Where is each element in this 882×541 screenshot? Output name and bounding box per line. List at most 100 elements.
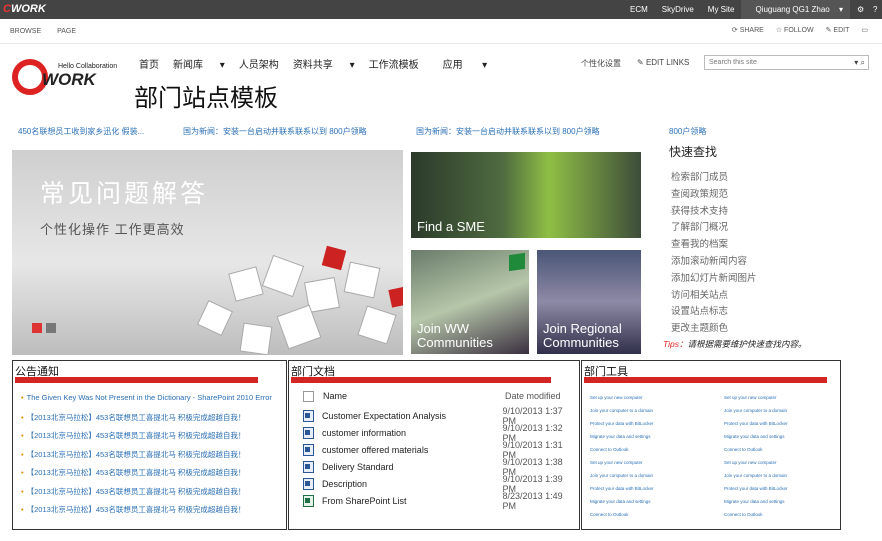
tool-link[interactable]: Set up your new computer [724, 395, 844, 408]
documents-panel: 部门文档 Name Date modified Customer Expecta… [288, 360, 580, 530]
tool-link[interactable]: Connect to Outlook [590, 512, 710, 525]
quick-link[interactable]: 了解部门概况 [671, 219, 757, 236]
search-input[interactable]: Search this site ▾ ⌕ [704, 55, 869, 70]
tool-link[interactable]: Protect your data with BitLocker [590, 486, 710, 499]
slide-dot[interactable] [46, 323, 56, 333]
suite-logo[interactable]: CWORK [3, 3, 46, 15]
tool-link[interactable]: Migrate your data and settings [590, 499, 710, 512]
document-row[interactable]: Customer Expectation Analysis 9/10/2013 1… [303, 406, 578, 426]
tool-link[interactable]: Set up your new computer [724, 460, 844, 473]
announcement-item[interactable]: • 【2013北京马拉松】453名联想员工喜提北马 积极完成超越自我！ [21, 504, 272, 523]
tile-caption: Join Regional Communities [543, 321, 622, 350]
suite-link-mysite[interactable]: My Site [701, 5, 742, 14]
word-doc-icon [303, 409, 314, 422]
quick-link[interactable]: 访问相关站点 [671, 287, 757, 304]
edit-button[interactable]: ✎ EDIT [826, 26, 850, 34]
nav-home[interactable]: 首页 [139, 56, 159, 71]
announcement-item[interactable]: • 【2013北京马拉松】453名联想员工喜提北马 积极完成超越自我！ [21, 430, 272, 449]
tool-link[interactable]: Join your computer to a domain [724, 408, 844, 421]
suite-link-ecm[interactable]: ECM [623, 5, 655, 14]
document-row[interactable]: Description 9/10/2013 1:39 PM [303, 474, 578, 494]
announcement-item[interactable]: • The Given Key Was Not Present in the Di… [21, 393, 272, 412]
help-icon[interactable]: ? [866, 5, 882, 14]
announcement-item[interactable]: • 【2013北京马拉松】453名联想员工喜提北马 积极完成超越自我！ [21, 467, 272, 486]
tool-link[interactable]: Join your computer to a domain [590, 408, 710, 421]
top-nav: 首页 新闻库 ▾ 人员架构 资料共享 ▾ 工作流模板 应用 ▾ [139, 56, 501, 71]
nav-news[interactable]: 新闻库 ▾ [173, 56, 225, 71]
title-underline [584, 377, 827, 383]
tool-link[interactable]: Set up your new computer [590, 460, 710, 473]
quick-link[interactable]: 设置站点标志 [671, 303, 757, 320]
quick-link[interactable]: 获得技术支持 [671, 203, 757, 220]
tool-link[interactable]: Protect your data with BitLocker [724, 486, 844, 499]
slide-dot[interactable] [32, 323, 42, 333]
tips-note: Tips：请根据需要维护快速查找内容。 [663, 339, 807, 349]
title-underline [15, 377, 258, 383]
tool-link[interactable]: Protect your data with BitLocker [590, 421, 710, 434]
nav-workflow[interactable]: 工作流模板 [369, 56, 419, 71]
excel-doc-icon [303, 494, 314, 507]
gear-icon[interactable]: ⚙ [850, 5, 866, 14]
nav-shared[interactable]: 资料共享 ▾ [293, 56, 355, 71]
announcement-item[interactable]: • 【2013北京马拉松】453名联想员工喜提北马 积极完成超越自我！ [21, 412, 272, 431]
quick-link[interactable]: 添加滚动新闻内容 [671, 253, 757, 270]
news-ticker-item[interactable]: 800户领略 [669, 126, 757, 137]
word-doc-icon [303, 443, 314, 456]
tools-panel: 部门工具 Set up your new computer Join your … [581, 360, 841, 530]
document-row[interactable]: customer offered materials 9/10/2013 1:31… [303, 440, 578, 460]
ribbon: BROWSE PAGE ⟳ SHARE ☆ FOLLOW ✎ EDIT ▭ [0, 19, 882, 44]
svg-text:Hello Collaboration: Hello Collaboration [58, 63, 117, 70]
document-row[interactable]: customer information 9/10/2013 1:32 PM [303, 423, 578, 443]
tool-link[interactable]: Migrate your data and settings [724, 499, 844, 512]
tile-join-regional[interactable]: Join Regional Communities [537, 250, 641, 354]
quick-link[interactable]: 检索部门成员 [671, 169, 757, 186]
tool-link[interactable]: Connect to Outlook [724, 447, 844, 460]
site-logo[interactable]: Hello Collaboration WORK [12, 55, 120, 97]
page-title: 部门站点模板 [134, 85, 278, 112]
tool-link[interactable]: Join your computer to a domain [724, 473, 844, 486]
tool-link[interactable]: Migrate your data and settings [724, 434, 844, 447]
search-icon[interactable]: ▾ ⌕ [854, 58, 865, 68]
svg-text:WORK: WORK [42, 70, 98, 89]
banner-title: 常见问题解答 [40, 180, 209, 208]
tool-link[interactable]: Join your computer to a domain [590, 473, 710, 486]
edit-links[interactable]: ✎ EDIT LINKS [637, 58, 689, 67]
tool-link[interactable]: Migrate your data and settings [590, 434, 710, 447]
follow-button[interactable]: ☆ FOLLOW [776, 26, 814, 34]
document-row[interactable]: Delivery Standard 9/10/2013 1:38 PM [303, 457, 578, 477]
quick-link[interactable]: 更改主题颜色 [671, 320, 757, 337]
news-ticker-item[interactable]: 450名联想员工收到家乡迅化 假装... [18, 126, 144, 137]
tab-page[interactable]: PAGE [57, 28, 76, 35]
share-button[interactable]: ⟳ SHARE [732, 26, 764, 34]
announcement-item[interactable]: • 【2013北京马拉松】453名联想员工喜提北马 积极完成超越自我！ [21, 449, 272, 468]
tool-link[interactable]: Connect to Outlook [590, 447, 710, 460]
tile-caption: Join WW Communities [417, 321, 493, 350]
tile-join-ww[interactable]: Join WW Communities [411, 250, 529, 354]
document-row[interactable]: From SharePoint List 8/23/2013 1:49 PM [303, 491, 578, 511]
quick-links-title: 快速查找 [669, 145, 718, 159]
quick-links: 800户领略 快速查找 检索部门成员 查阅政策规范 获得技术支持 了解部门概况 … [669, 126, 757, 337]
tab-browse[interactable]: BROWSE [10, 28, 41, 35]
fullscreen-icon[interactable]: ▭ [861, 26, 868, 34]
tool-link[interactable]: Protect your data with BitLocker [724, 421, 844, 434]
news-ticker-item[interactable]: 国为新闻：安装一台启动并联系联系以到 800户领略 [416, 126, 600, 137]
tool-link[interactable]: Connect to Outlook [724, 512, 844, 525]
column-name[interactable]: Name [323, 391, 505, 407]
nav-people[interactable]: 人员架构 [239, 56, 279, 71]
quick-link[interactable]: 添加幻灯片新闻图片 [671, 270, 757, 287]
quick-link[interactable]: 查阅政策规范 [671, 186, 757, 203]
personalize-link[interactable]: 个性化设置 [581, 58, 621, 69]
announcement-item[interactable]: • 【2013北京马拉松】453名联想员工喜提北马 积极完成超越自我！ [21, 486, 272, 505]
banner-slide[interactable]: 常见问题解答 个性化操作 工作更高效 [12, 150, 403, 355]
select-all-checkbox[interactable] [303, 391, 314, 402]
tool-link[interactable]: Set up your new computer [590, 395, 710, 408]
tile-find-sme[interactable]: Find a SME [411, 152, 641, 238]
suite-link-skydrive[interactable]: SkyDrive [655, 5, 701, 14]
suite-bar: CWORK ECM SkyDrive My Site Qiuguang QG1 … [0, 0, 882, 19]
news-ticker-item[interactable]: 国为新闻：安装一台启动并联系联系以到 800户领略 [183, 126, 367, 137]
user-menu[interactable]: Qiuguang QG1 Zhao ▾ [741, 0, 850, 19]
quick-link[interactable]: 查看我的档案 [671, 236, 757, 253]
word-doc-icon [303, 426, 314, 439]
nav-apps[interactable]: 应用 ▾ [443, 56, 488, 71]
word-doc-icon [303, 477, 314, 490]
